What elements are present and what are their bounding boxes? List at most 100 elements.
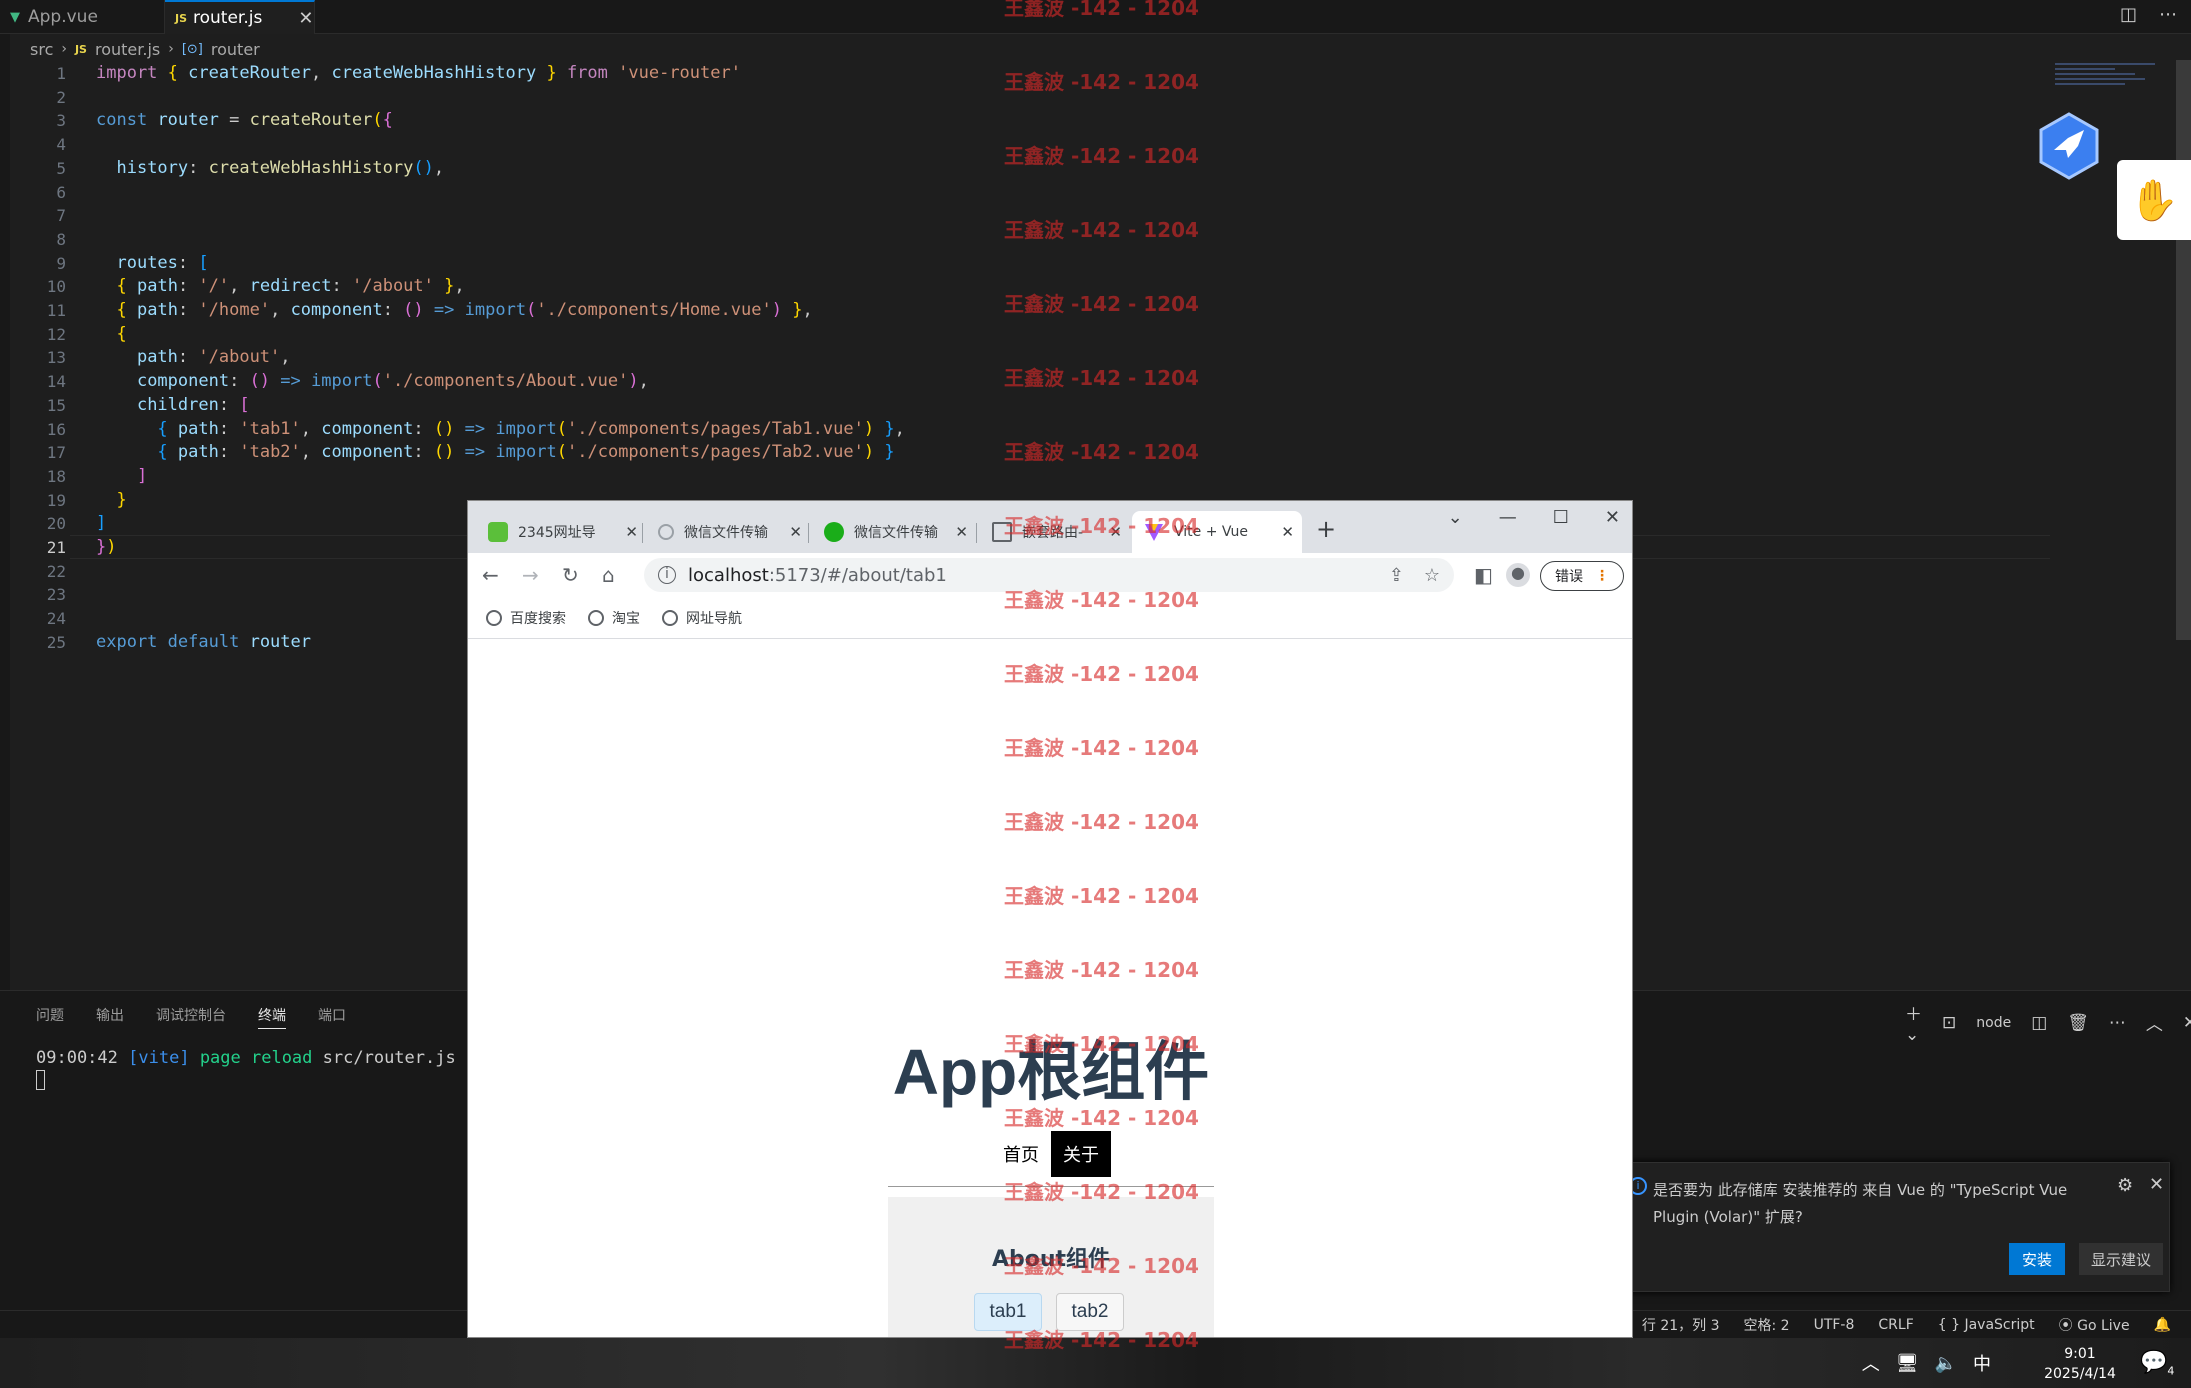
breadcrumb-item[interactable]: src xyxy=(30,40,53,59)
nav-link-about[interactable]: 关于 xyxy=(1051,1131,1111,1177)
bookmark-item[interactable]: 百度搜索 xyxy=(486,608,566,628)
bookmark-label: 百度搜索 xyxy=(510,610,566,627)
window-controls: ⌄ — ☐ ✕ xyxy=(1448,507,1620,528)
volume-icon[interactable]: 🔈 xyxy=(1935,1353,1957,1374)
close-icon[interactable]: ✕ xyxy=(1281,523,1294,541)
forward-icon[interactable]: → xyxy=(522,563,539,587)
share-icon[interactable]: ⇪ xyxy=(1389,565,1404,586)
line-ending[interactable]: CRLF xyxy=(1878,1317,1913,1333)
breadcrumb-item[interactable]: router.js xyxy=(95,40,160,59)
cursor-position[interactable]: 行 21，列 3 xyxy=(1642,1315,1720,1335)
new-terminal-icon[interactable]: ＋⌄ xyxy=(1905,1000,1922,1045)
bird-app-icon[interactable] xyxy=(2038,112,2100,180)
watermark-text: 王鑫波 -142 - 1204 xyxy=(1004,1032,1199,1056)
close-icon[interactable]: ✕ xyxy=(625,523,638,541)
close-icon[interactable]: ✕ xyxy=(955,523,968,541)
line-number: 2 xyxy=(56,87,66,107)
ime-indicator[interactable]: 中 xyxy=(1973,1350,1991,1376)
globe-icon xyxy=(662,609,678,626)
terminal-time: 09:00:42 xyxy=(36,1048,118,1068)
terminal-tag: [vite] xyxy=(128,1048,190,1068)
info-icon[interactable]: i xyxy=(658,566,676,584)
line-number: 13 xyxy=(46,348,66,368)
maximize-icon[interactable]: ☐ xyxy=(1553,507,1569,528)
tab-debug-console[interactable]: 调试控制台 xyxy=(156,1005,226,1029)
close-icon[interactable]: ✕ xyxy=(789,523,802,541)
tab-terminal[interactable]: 终端 xyxy=(258,1005,286,1029)
home-icon[interactable]: ⌂ xyxy=(602,563,615,587)
encoding[interactable]: UTF-8 xyxy=(1814,1317,1855,1333)
watermark-text: 王鑫波 -142 - 1204 xyxy=(1004,1180,1199,1204)
indentation[interactable]: 空格: 2 xyxy=(1744,1315,1790,1335)
reload-icon[interactable]: ↻ xyxy=(562,563,579,587)
more-actions-icon[interactable]: ⋯ xyxy=(2159,4,2177,25)
clock-time: 9:01 xyxy=(2064,1346,2096,1362)
taskbar-clock[interactable]: 9:01 2025/4/14 xyxy=(2040,1344,2120,1384)
close-icon[interactable]: ✕ xyxy=(2183,1013,2191,1033)
nav-link-home[interactable]: 首页 xyxy=(991,1131,1051,1177)
chevron-right-icon: › xyxy=(61,41,67,57)
side-panel-icon[interactable]: ◧ xyxy=(1474,563,1493,587)
chevron-up-icon[interactable]: ︿ xyxy=(2146,1010,2163,1035)
bell-icon[interactable]: 🔔 xyxy=(2154,1317,2171,1333)
close-icon[interactable]: ✕ xyxy=(1605,507,1620,528)
new-tab-icon[interactable]: + xyxy=(1316,515,1336,543)
line-number: 7 xyxy=(56,206,66,226)
line-number: 22 xyxy=(46,561,66,581)
vue-icon: ▼ xyxy=(10,9,20,25)
search-icon xyxy=(658,524,674,540)
hand-icon[interactable]: ✋ xyxy=(2117,160,2191,240)
bookmark-label: 淘宝 xyxy=(612,610,640,627)
browser-tab-2345[interactable]: 2345网址导 ✕ xyxy=(476,511,646,553)
split-terminal-icon[interactable]: ◫ xyxy=(2031,1013,2047,1033)
trash-icon[interactable]: 🗑 xyxy=(2067,1013,2089,1033)
tab-app-vue[interactable]: ▼ App.vue xyxy=(0,0,165,34)
watermark-text: 王鑫波 -142 - 1204 xyxy=(1004,366,1199,390)
minimap[interactable] xyxy=(2055,60,2165,110)
url-path: :5173/#/about/tab1 xyxy=(768,564,947,586)
gear-icon[interactable]: ⚙ xyxy=(2117,1175,2133,1196)
chevron-up-icon[interactable]: ︿ xyxy=(1862,1350,1880,1376)
tab-problems[interactable]: 问题 xyxy=(36,1005,64,1029)
scrollbar-thumb[interactable] xyxy=(2176,60,2191,640)
language-mode[interactable]: { } JavaScript xyxy=(1938,1317,2035,1333)
page-nav: 首页 关于 xyxy=(468,1131,1632,1177)
go-live-label: Go Live xyxy=(2077,1317,2130,1334)
star-icon[interactable]: ☆ xyxy=(1424,565,1440,586)
install-button[interactable]: 安装 xyxy=(2009,1243,2065,1275)
close-icon[interactable]: ✕ xyxy=(298,8,313,29)
network-icon[interactable]: 🖥 xyxy=(1896,1353,1919,1374)
watermark-text: 王鑫波 -142 - 1204 xyxy=(1004,736,1199,760)
variable-icon: [⊙] xyxy=(181,41,203,57)
minimize-icon[interactable]: — xyxy=(1499,507,1517,528)
browser-tab-wechat-search[interactable]: 微信文件传输 ✕ xyxy=(646,511,810,553)
shell-label[interactable]: node xyxy=(1976,1015,2011,1031)
bookmark-item[interactable]: 网址导航 xyxy=(662,608,742,628)
tab-ports[interactable]: 端口 xyxy=(318,1005,346,1029)
close-icon[interactable]: ✕ xyxy=(2149,1174,2164,1195)
terminal-cursor xyxy=(36,1070,45,1090)
breadcrumb-item[interactable]: router xyxy=(211,40,260,59)
watermark-text: 王鑫波 -142 - 1204 xyxy=(1004,1106,1199,1130)
more-actions-icon[interactable]: ⋯ xyxy=(2109,1013,2126,1033)
browser-tab-label: 微信文件传输 xyxy=(854,525,938,541)
watermark-text: 王鑫波 -142 - 1204 xyxy=(1004,810,1199,834)
watermark-text: 王鑫波 -142 - 1204 xyxy=(1004,144,1199,168)
tab-separator xyxy=(808,523,809,543)
go-live-button[interactable]: ⦿ Go Live xyxy=(2059,1315,2130,1335)
profile-avatar[interactable]: ● xyxy=(1506,563,1530,587)
split-editor-icon[interactable]: ◫ xyxy=(2120,4,2137,25)
globe-icon xyxy=(588,609,604,626)
watermark-text: 王鑫波 -142 - 1204 xyxy=(1004,440,1199,464)
notification-center-icon[interactable]: 💬4 xyxy=(2140,1350,2174,1377)
bookmark-item[interactable]: 淘宝 xyxy=(588,608,640,628)
back-icon[interactable]: ← xyxy=(482,563,499,587)
watermark-text: 王鑫波 -142 - 1204 xyxy=(1004,514,1199,538)
show-suggestions-button[interactable]: 显示建议 xyxy=(2079,1243,2163,1275)
watermark-text: 王鑫波 -142 - 1204 xyxy=(1004,0,1199,20)
error-button[interactable]: 错误 ⋮ xyxy=(1540,561,1624,591)
tab-router-js[interactable]: JS router.js ✕ xyxy=(165,0,315,34)
browser-tab-wechat[interactable]: 微信文件传输 ✕ xyxy=(812,511,976,553)
tab-output[interactable]: 输出 xyxy=(96,1005,124,1029)
tab-search-icon[interactable]: ⌄ xyxy=(1448,507,1463,528)
